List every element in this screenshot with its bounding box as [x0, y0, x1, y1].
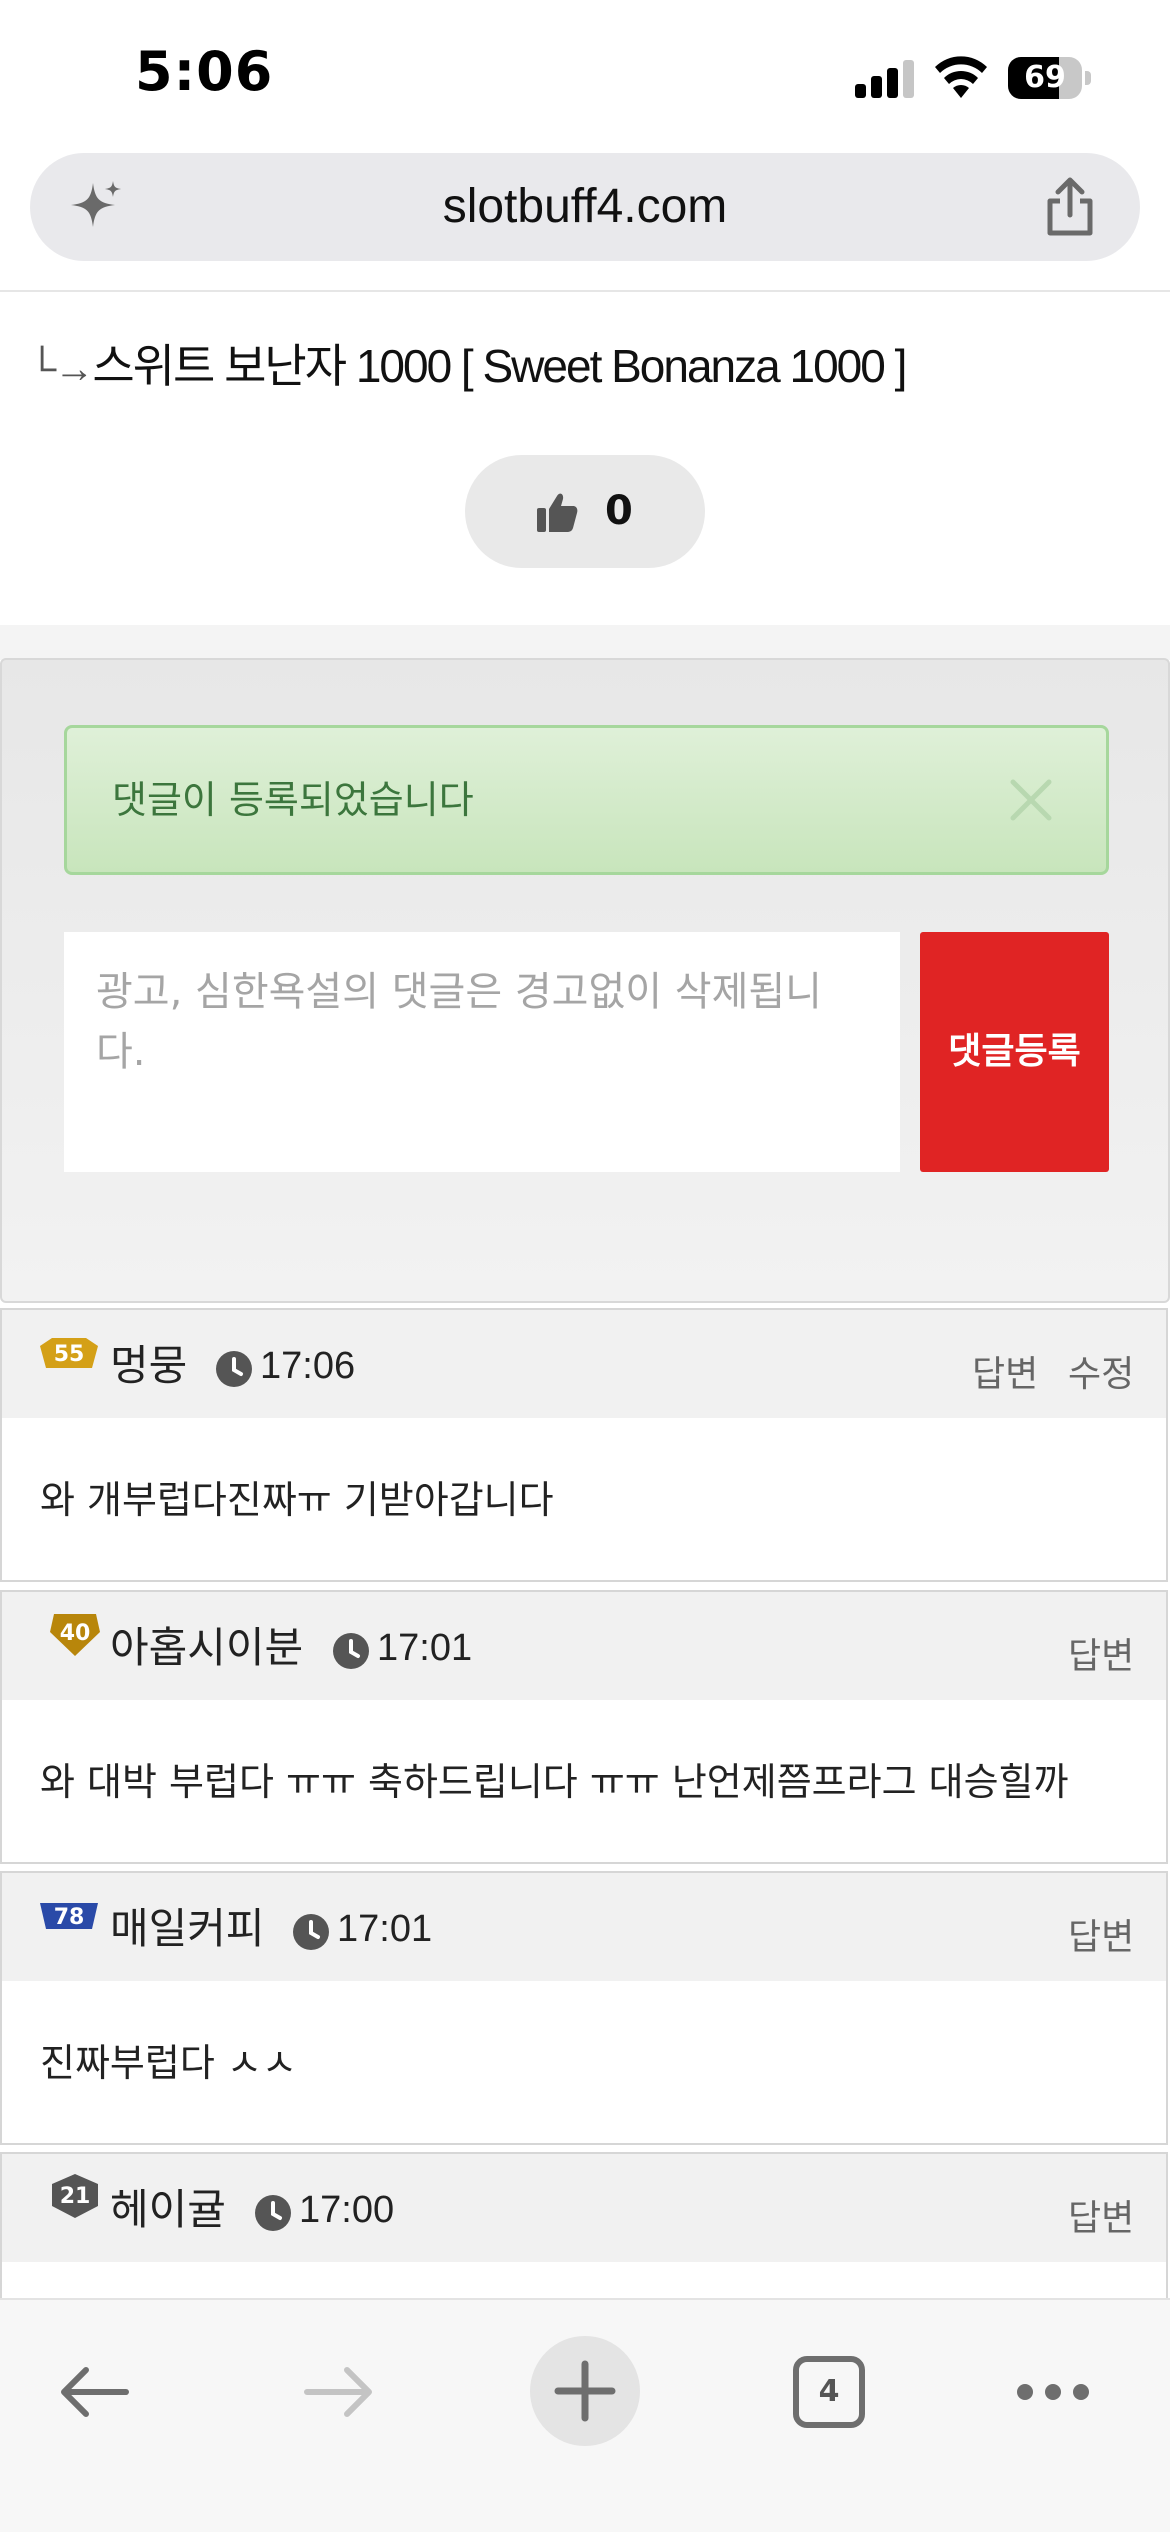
comment-header: 55 멍뭉 17:06 답변 수정 [2, 1310, 1166, 1418]
comment-item: 78 매일커피 17:01 답변 진짜부럽다 ㅅㅅ [0, 1871, 1168, 2145]
success-alert: 댓글이 등록되었습니다 [64, 725, 1109, 875]
new-tab-button[interactable] [530, 2336, 640, 2446]
comment-body: 와 개부럽다진짜ㅠ 기받아갑니다 [40, 1478, 554, 1522]
comment-author[interactable]: 멍뭉 [110, 1332, 187, 1393]
forward-arrow-icon[interactable] [303, 2362, 375, 2422]
alert-text: 댓글이 등록되었습니다 [112, 778, 474, 822]
comment-body: 진짜부럽다 ㅅㅅ [40, 2041, 297, 2085]
thumbs-up-icon [537, 493, 578, 532]
level-number: 21 [60, 2184, 91, 2209]
clock-icon [216, 1351, 252, 1387]
reply-link[interactable]: 답변 [1068, 1908, 1134, 1960]
level-badge-icon: 40 [50, 1614, 100, 1656]
reply-arrow-icon: └→ [28, 347, 94, 391]
comment-time: 17:00 [299, 2189, 395, 2231]
status-bar: 5:06 69 [0, 0, 1170, 150]
plus-icon [554, 2360, 616, 2422]
post-title-text: 스위트 보난자 1000 [ Sweet Bonanza 1000 ] [92, 340, 907, 392]
comment-header: 21 헤이귤 17:00 답변 [2, 2154, 1166, 2262]
battery-percent: 69 [1024, 60, 1066, 95]
level-number: 40 [60, 1621, 91, 1646]
placeholder-line: 다. [96, 1029, 146, 1075]
comment-header: 78 매일커피 17:01 답변 [2, 1873, 1166, 1981]
clock-icon [255, 2195, 291, 2231]
level-badge-icon: 21 [52, 2174, 98, 2218]
level-number: 55 [54, 1342, 85, 1367]
browser-toolbar: 4 [0, 2298, 1170, 2532]
wifi-icon [935, 56, 987, 98]
level-badge-icon: 55 [40, 1338, 98, 1368]
reply-link[interactable]: 답변 [1068, 1627, 1134, 1679]
url-text[interactable]: slotbuff4.com [30, 153, 1140, 261]
like-button[interactable]: 0 [465, 455, 705, 568]
post-title: └→스위트 보난자 1000 [ Sweet Bonanza 1000 ] [28, 330, 907, 396]
comment-form: 댓글이 등록되었습니다 광고, 심한욕설의 댓글은 경고없이 삭제됩니 다. 댓… [0, 658, 1170, 1303]
level-badge-icon: 78 [40, 1903, 98, 1930]
comment-author[interactable]: 헤이귤 [110, 2176, 226, 2237]
comment-body: 와 대박 부럽다 ㅠㅠ 축하드립니다 ㅠㅠ 난언제쯤프라그 대승힐까 [40, 1760, 1069, 1804]
reply-link[interactable]: 답변 [972, 1345, 1038, 1397]
comment-author[interactable]: 매일커피 [110, 1895, 265, 1956]
comment-time: 17:01 [377, 1627, 473, 1669]
level-number: 78 [54, 1905, 85, 1930]
share-icon[interactable] [1040, 175, 1100, 239]
reply-link[interactable]: 답변 [1068, 2189, 1134, 2241]
comment-textarea[interactable]: 광고, 심한욕설의 댓글은 경고없이 삭제됩니 다. [64, 932, 900, 1172]
comment-header: 40 아홉시이분 17:01 답변 [2, 1592, 1166, 1700]
comment-item: 40 아홉시이분 17:01 답변 와 대박 부럽다 ㅠㅠ 축하드립니다 ㅠㅠ … [0, 1590, 1168, 1864]
more-options-icon[interactable] [1015, 2382, 1091, 2402]
edit-link[interactable]: 수정 [1068, 1345, 1134, 1397]
divider [0, 290, 1170, 292]
battery-icon: 69 [1008, 57, 1091, 99]
section-gap [0, 625, 1170, 660]
back-arrow-icon[interactable] [58, 2362, 130, 2422]
comment-time: 17:01 [337, 1908, 433, 1950]
cellular-signal-icon [855, 58, 915, 98]
submit-comment-button[interactable]: 댓글등록 [920, 932, 1109, 1172]
like-count: 0 [605, 488, 633, 534]
comment-item: 55 멍뭉 17:06 답변 수정 와 개부럽다진짜ㅠ 기받아갑니다 [0, 1308, 1168, 1582]
clock-icon [333, 1633, 369, 1669]
clock-icon [293, 1914, 329, 1950]
comment-author[interactable]: 아홉시이분 [110, 1614, 303, 1675]
tab-switcher-button[interactable]: 4 [793, 2356, 865, 2428]
status-time: 5:06 [135, 40, 274, 103]
placeholder-line: 광고, 심한욕설의 댓글은 경고없이 삭제됩니 [96, 969, 822, 1015]
comment-placeholder: 광고, 심한욕설의 댓글은 경고없이 삭제됩니 다. [96, 962, 876, 1082]
close-icon[interactable] [1007, 776, 1055, 824]
comment-time: 17:06 [260, 1345, 356, 1387]
address-bar[interactable]: slotbuff4.com [30, 153, 1140, 261]
